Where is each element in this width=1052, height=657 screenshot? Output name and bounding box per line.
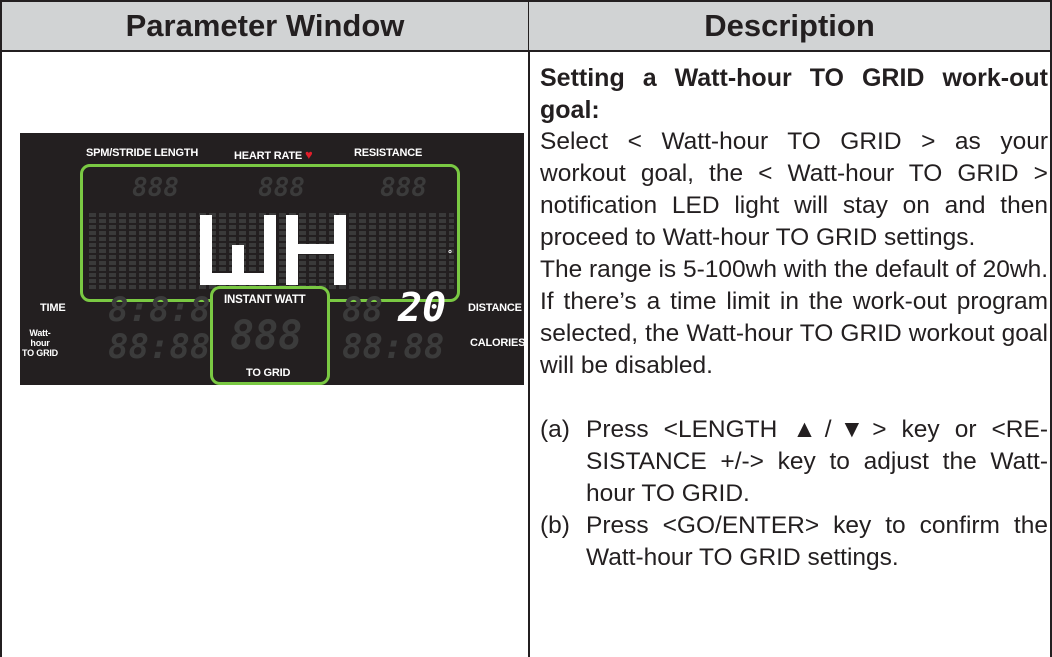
watt-hour-ghost-digits: 88:88 — [108, 327, 211, 367]
parameter-window-header-text: Parameter Window — [125, 8, 405, 43]
step-label: (a) — [540, 416, 570, 443]
table-column-divider — [528, 52, 530, 657]
calories-label: CALORIES — [470, 337, 526, 349]
time-label: TIME — [40, 302, 66, 314]
goal-title: Setting a Watt-hour TO GRID work-out goa… — [540, 64, 1048, 124]
spm-ghost-digits: 888 — [132, 173, 179, 203]
description-header-text: Description — [704, 8, 875, 43]
goal-value-display: 20 — [398, 285, 447, 331]
resistance-label: RESISTANCE — [354, 147, 423, 159]
distance-ghost-digits: 88 — [342, 290, 383, 330]
instant-watt-ghost-digits: 888 — [230, 313, 303, 359]
step-text: Press <LENGTH ▲/▼> key or <RE-SISTANCE +… — [586, 416, 1048, 507]
watt-hour-label-line1: Watt-hour — [29, 328, 51, 348]
step-item: (b) Press <GO/ENTER> key to confirm the … — [540, 510, 1048, 574]
degree-dot: ° — [448, 249, 452, 260]
heart-icon: ♥ — [304, 147, 313, 162]
parameter-window-header: Parameter Window — [0, 0, 529, 52]
instant-watt-label: INSTANT WATT — [224, 294, 306, 306]
heart-rate-ghost-digits: 888 — [258, 173, 305, 203]
watt-hour-to-grid-label: Watt-hour TO GRID — [22, 328, 58, 358]
description-header: Description — [529, 0, 1052, 52]
step-label: (b) — [540, 512, 570, 539]
heart-rate-label-text: HEART RATE — [234, 150, 303, 162]
time-ghost-digits: 8:8:8 — [108, 290, 211, 330]
parameter-table: Parameter Window Description SPM/STRIDE … — [0, 0, 1052, 657]
description-paragraph-2: The range is 5-100wh with the default of… — [540, 256, 1049, 379]
table-border-left — [0, 52, 2, 657]
heart-rate-label: HEART RATE ♥ — [234, 147, 313, 162]
calories-ghost-digits: 88:88 — [342, 327, 445, 367]
console-lcd-display: SPM/STRIDE LENGTH HEART RATE ♥ RESISTANC… — [20, 133, 526, 385]
step-item: (a) Press <LENGTH ▲/▼> key or <RE-SISTAN… — [540, 414, 1048, 510]
watt-hour-label-line2: TO GRID — [22, 348, 58, 358]
distance-label: DISTANCE — [468, 302, 522, 314]
description-text: Setting a Watt-hour TO GRID work-out goa… — [540, 62, 1048, 574]
step-text: Press <GO/ENTER> key to confirm the Watt… — [586, 512, 1048, 571]
description-paragraph-1: Select < Watt-hour TO GRID > as your wor… — [540, 128, 1048, 251]
steps-list: (a) Press <LENGTH ▲/▼> key or <RE-SISTAN… — [540, 414, 1048, 574]
spm-stride-length-label: SPM/STRIDE LENGTH — [86, 147, 199, 159]
to-grid-label: TO GRID — [246, 367, 291, 379]
resistance-ghost-digits: 888 — [380, 173, 427, 203]
